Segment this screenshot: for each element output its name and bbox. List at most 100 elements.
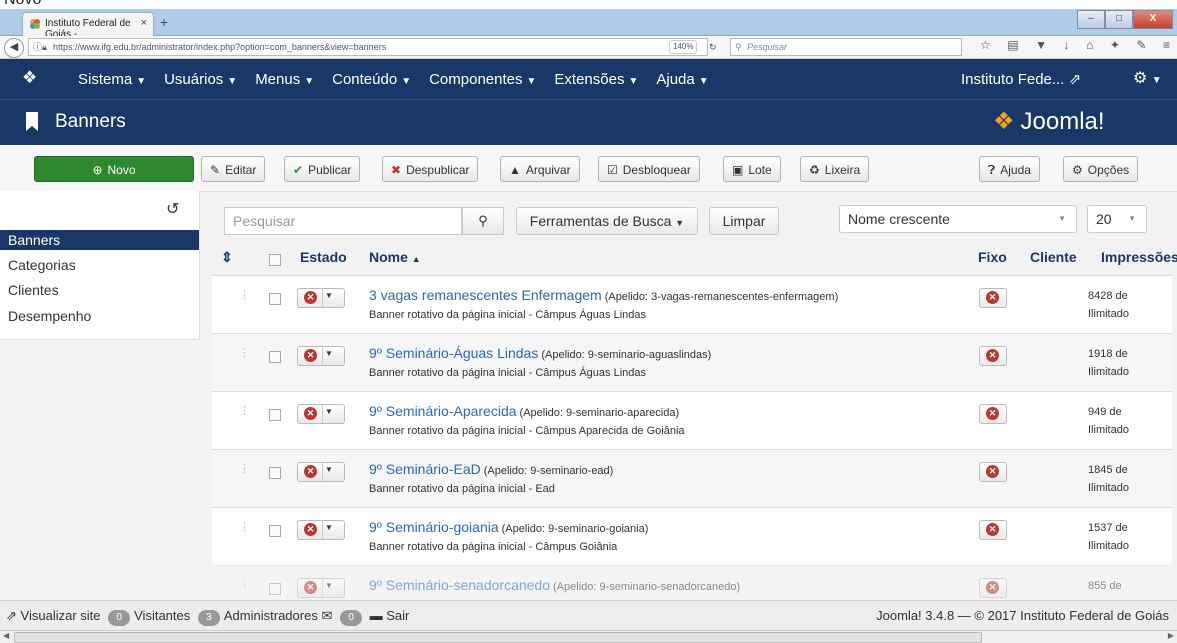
banner-name-link[interactable]: 9º Seminário-goiania (Apelido: 9-seminari… xyxy=(369,519,648,535)
drag-handle-icon[interactable]: ⋮ xyxy=(239,346,250,359)
visitors-label[interactable]: Visitantes xyxy=(134,608,190,623)
row-checkbox[interactable] xyxy=(269,583,281,595)
collapse-arrow-icon[interactable]: ↺ xyxy=(166,199,179,219)
scrollbar-thumb[interactable] xyxy=(14,632,982,643)
drag-handle-icon[interactable]: ⋮ xyxy=(239,404,250,417)
limit-select[interactable]: 20 ▼ xyxy=(1087,205,1147,233)
status-toggle[interactable]: ✕ ▼ xyxy=(297,404,345,424)
back-arrow-icon[interactable]: ◀ xyxy=(4,38,24,58)
reading-list-icon[interactable]: ▤ xyxy=(1007,38,1018,56)
maximize-button[interactable]: □ xyxy=(1105,10,1133,29)
status-toggle[interactable]: ✕ ▼ xyxy=(297,578,345,598)
menu-extensoes[interactable]: Extensões ▼ xyxy=(554,71,638,88)
help-button[interactable]: ❓︎ Ajuda xyxy=(979,156,1040,182)
caret-down-icon[interactable]: ▼ xyxy=(325,465,333,474)
new-button[interactable]: ⊕ Novo xyxy=(34,156,194,182)
drag-handle-icon[interactable]: ⋮ xyxy=(239,462,250,475)
drag-handle-icon[interactable]: ⋮ xyxy=(239,578,250,591)
search-tools-button[interactable]: Ferramentas de Busca ▼ xyxy=(516,207,698,235)
ordering-icon[interactable]: ⇕ xyxy=(221,249,233,266)
banner-name-link[interactable]: 9º Seminário-EaD (Apelido: 9-seminario-ea… xyxy=(369,461,613,477)
menu-ajuda[interactable]: Ajuda ▼ xyxy=(656,71,708,88)
sticky-toggle[interactable]: ✕ xyxy=(979,578,1007,598)
caret-down-icon[interactable]: ▼ xyxy=(325,291,333,300)
edit-button[interactable]: ✎ Editar xyxy=(201,156,266,182)
select-all-checkbox[interactable] xyxy=(269,254,281,266)
zoom-indicator[interactable]: 140% xyxy=(669,40,698,54)
bookmark-star-icon[interactable]: ☆ xyxy=(980,38,991,56)
menu-sistema[interactable]: Sistema ▼ xyxy=(78,71,146,88)
archive-button[interactable]: ▲ Arquivar xyxy=(500,156,580,182)
envelope-icon[interactable]: ✉ xyxy=(321,608,332,623)
caret-down-icon[interactable]: ▼ xyxy=(325,349,333,358)
minimize-button[interactable]: – xyxy=(1077,10,1105,29)
search-button[interactable]: ⚲ xyxy=(462,207,504,235)
scroll-left-arrow-icon[interactable]: ◀ xyxy=(3,631,9,640)
publish-button[interactable]: ✔ Publicar xyxy=(284,156,361,182)
clear-button[interactable]: Limpar xyxy=(709,207,779,235)
tab-close-icon[interactable]: × xyxy=(141,17,147,29)
caret-down-icon[interactable]: ▼ xyxy=(325,581,333,590)
sidebar-item-banners[interactable]: Banners xyxy=(0,230,199,250)
gear-icon[interactable]: ⚙ ▼ xyxy=(1133,68,1162,88)
view-site-link[interactable]: Visualizar site xyxy=(21,608,101,623)
status-toggle[interactable]: ✕ ▼ xyxy=(297,346,345,366)
messages-badge[interactable]: 0 xyxy=(339,610,362,626)
header-estado[interactable]: Estado xyxy=(300,249,347,265)
header-nome[interactable]: Nome ▲ xyxy=(369,249,421,265)
status-toggle[interactable]: ✕ ▼ xyxy=(297,520,345,540)
browser-tab[interactable]: Instituto Federal de Goiás -... × xyxy=(22,12,154,40)
hamburger-menu-icon[interactable]: ≡ xyxy=(1163,38,1170,56)
browser-search-field[interactable]: ⚲ Pesquisar xyxy=(730,38,962,56)
banner-name-link[interactable]: 9º Seminário-Aparecida (Apelido: 9-semina… xyxy=(369,403,679,419)
scroll-right-arrow-icon[interactable]: ▶ xyxy=(1168,631,1174,640)
menu-usuarios[interactable]: Usuários ▼ xyxy=(164,71,237,88)
status-toggle[interactable]: ✕ ▼ xyxy=(297,462,345,482)
reload-icon[interactable]: ↻ xyxy=(709,39,717,55)
trash-button[interactable]: ♻ Lixeira xyxy=(800,156,870,182)
banner-name-link[interactable]: 3 vagas remanescentes Enfermagem (Apelido… xyxy=(369,287,838,303)
unpublish-button[interactable]: ✖ Despublicar xyxy=(382,156,479,182)
status-toggle[interactable]: ✕ ▼ xyxy=(297,288,345,308)
drag-handle-icon[interactable]: ⋮ xyxy=(239,520,250,533)
row-checkbox[interactable] xyxy=(269,351,281,363)
banner-name-link[interactable]: 9º Seminário-senadorcanedo (Apelido: 9-se… xyxy=(369,577,740,593)
batch-button[interactable]: ▣ Lote xyxy=(723,156,781,182)
checkin-button[interactable]: ☑ Desbloquear xyxy=(598,156,700,182)
header-impressoes[interactable]: Impressões xyxy=(1101,249,1177,265)
close-window-button[interactable]: X xyxy=(1133,10,1173,29)
view-site-link[interactable]: Instituto Fede... ⇗ xyxy=(961,70,1081,88)
sticky-toggle[interactable]: ✕ xyxy=(979,462,1007,482)
sidebar-item-clientes[interactable]: Clientes xyxy=(8,282,59,298)
logout-link[interactable]: Sair xyxy=(386,608,409,623)
joomla-logo-icon[interactable]: ❖ xyxy=(22,68,37,88)
menu-componentes[interactable]: Componentes ▼ xyxy=(429,71,536,88)
options-button[interactable]: ⚙ Opções xyxy=(1063,156,1139,182)
sticky-toggle[interactable]: ✕ xyxy=(979,520,1007,540)
sticky-toggle[interactable]: ✕ xyxy=(979,346,1007,366)
pen-icon[interactable]: ✎ xyxy=(1136,38,1146,56)
ordering-select[interactable]: Nome crescente ▼ xyxy=(839,205,1077,233)
banner-name-link[interactable]: 9º Seminário-Águas Lindas (Apelido: 9-sem… xyxy=(369,345,711,361)
drag-handle-icon[interactable]: ⋮ xyxy=(239,288,250,301)
address-field[interactable]: ⓘ🔒︎ https://www.ifg.edu.br/administrator… xyxy=(28,38,717,56)
download-icon[interactable]: ↓ xyxy=(1064,38,1070,56)
header-fixo[interactable]: Fixo xyxy=(978,249,1007,265)
caret-down-icon[interactable]: ▼ xyxy=(325,407,333,416)
sticky-toggle[interactable]: ✕ xyxy=(979,288,1007,308)
search-input[interactable]: Pesquisar xyxy=(224,207,462,235)
pocket-icon[interactable]: ▼ xyxy=(1035,38,1047,56)
sticky-toggle[interactable]: ✕ xyxy=(979,404,1007,424)
extension-icon[interactable]: ✦ xyxy=(1110,38,1120,56)
sidebar-item-categorias[interactable]: Categorias xyxy=(8,257,76,273)
row-checkbox[interactable] xyxy=(269,525,281,537)
header-cliente[interactable]: Cliente xyxy=(1030,249,1077,265)
sidebar-item-desempenho[interactable]: Desempenho xyxy=(8,308,91,324)
menu-menus[interactable]: Menus ▼ xyxy=(255,71,314,88)
caret-down-icon[interactable]: ▼ xyxy=(325,523,333,532)
new-tab-button[interactable]: + xyxy=(160,14,168,30)
home-icon[interactable]: ⌂ xyxy=(1086,38,1093,56)
admins-label[interactable]: Administradores xyxy=(224,608,318,623)
menu-conteudo[interactable]: Conteúdo ▼ xyxy=(332,71,411,88)
row-checkbox[interactable] xyxy=(269,467,281,479)
